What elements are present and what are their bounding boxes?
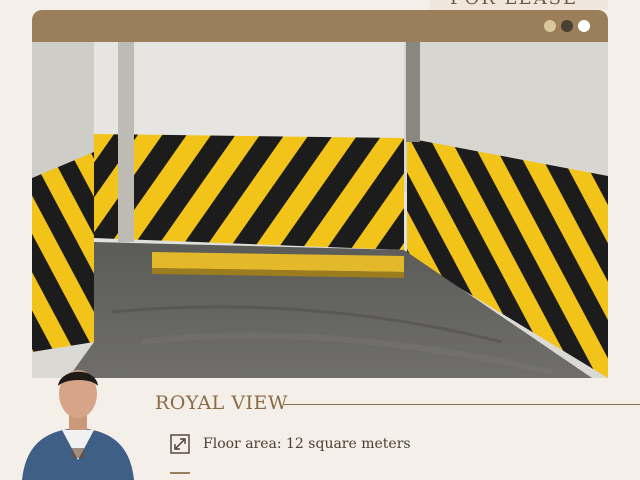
feature-icon [170, 472, 190, 480]
project-title: ROYAL VIEW [155, 392, 288, 414]
parking-slot-photo [32, 42, 608, 378]
for-lease-label: FOR LEASE [450, 0, 578, 9]
carousel-dot-2[interactable] [561, 20, 573, 32]
carousel-dots[interactable] [544, 20, 590, 32]
header-bar [32, 10, 608, 42]
carousel-dot-1[interactable] [544, 20, 556, 32]
carousel-dot-3[interactable] [578, 20, 590, 32]
for-lease-tag: FOR LEASE [430, 0, 608, 10]
expand-diagonal-icon [170, 434, 190, 454]
title-divider [284, 404, 640, 405]
agent-photo [22, 370, 134, 480]
floor-area-text: Floor area: 12 square meters [203, 436, 411, 452]
